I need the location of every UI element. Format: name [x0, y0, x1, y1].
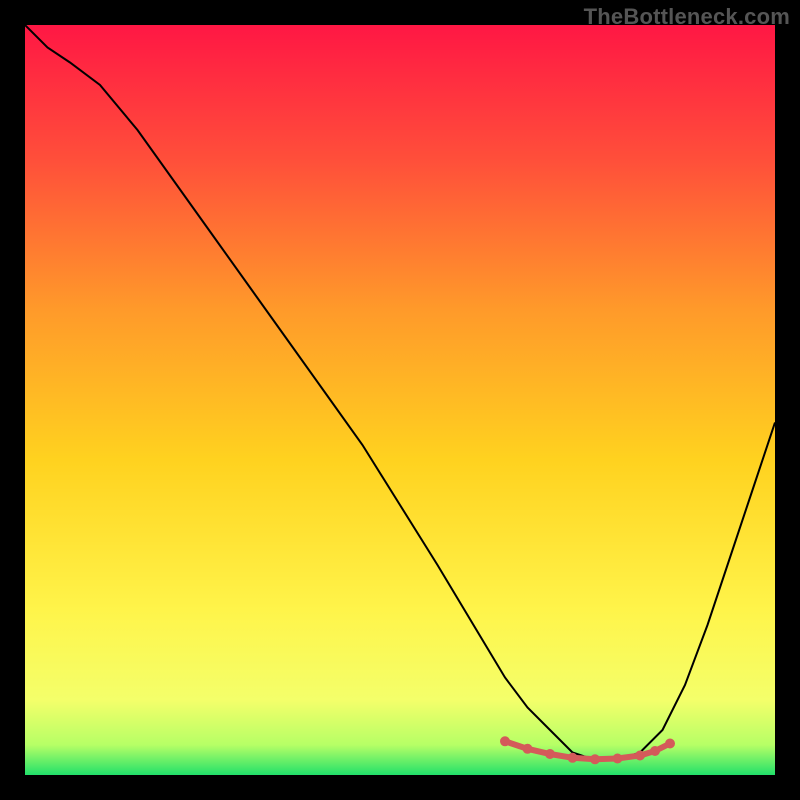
sweet-spot-marker — [635, 751, 645, 761]
sweet-spot-marker — [650, 746, 660, 756]
sweet-spot-marker — [545, 749, 555, 759]
gradient-background — [25, 25, 775, 775]
bottleneck-curve-plot — [25, 25, 775, 775]
sweet-spot-marker — [500, 736, 510, 746]
sweet-spot-marker — [590, 754, 600, 764]
sweet-spot-marker — [665, 739, 675, 749]
sweet-spot-marker — [568, 753, 578, 763]
sweet-spot-marker — [613, 754, 623, 764]
sweet-spot-marker — [523, 744, 533, 754]
chart-canvas: TheBottleneck.com — [0, 0, 800, 800]
watermark-text: TheBottleneck.com — [584, 4, 790, 30]
